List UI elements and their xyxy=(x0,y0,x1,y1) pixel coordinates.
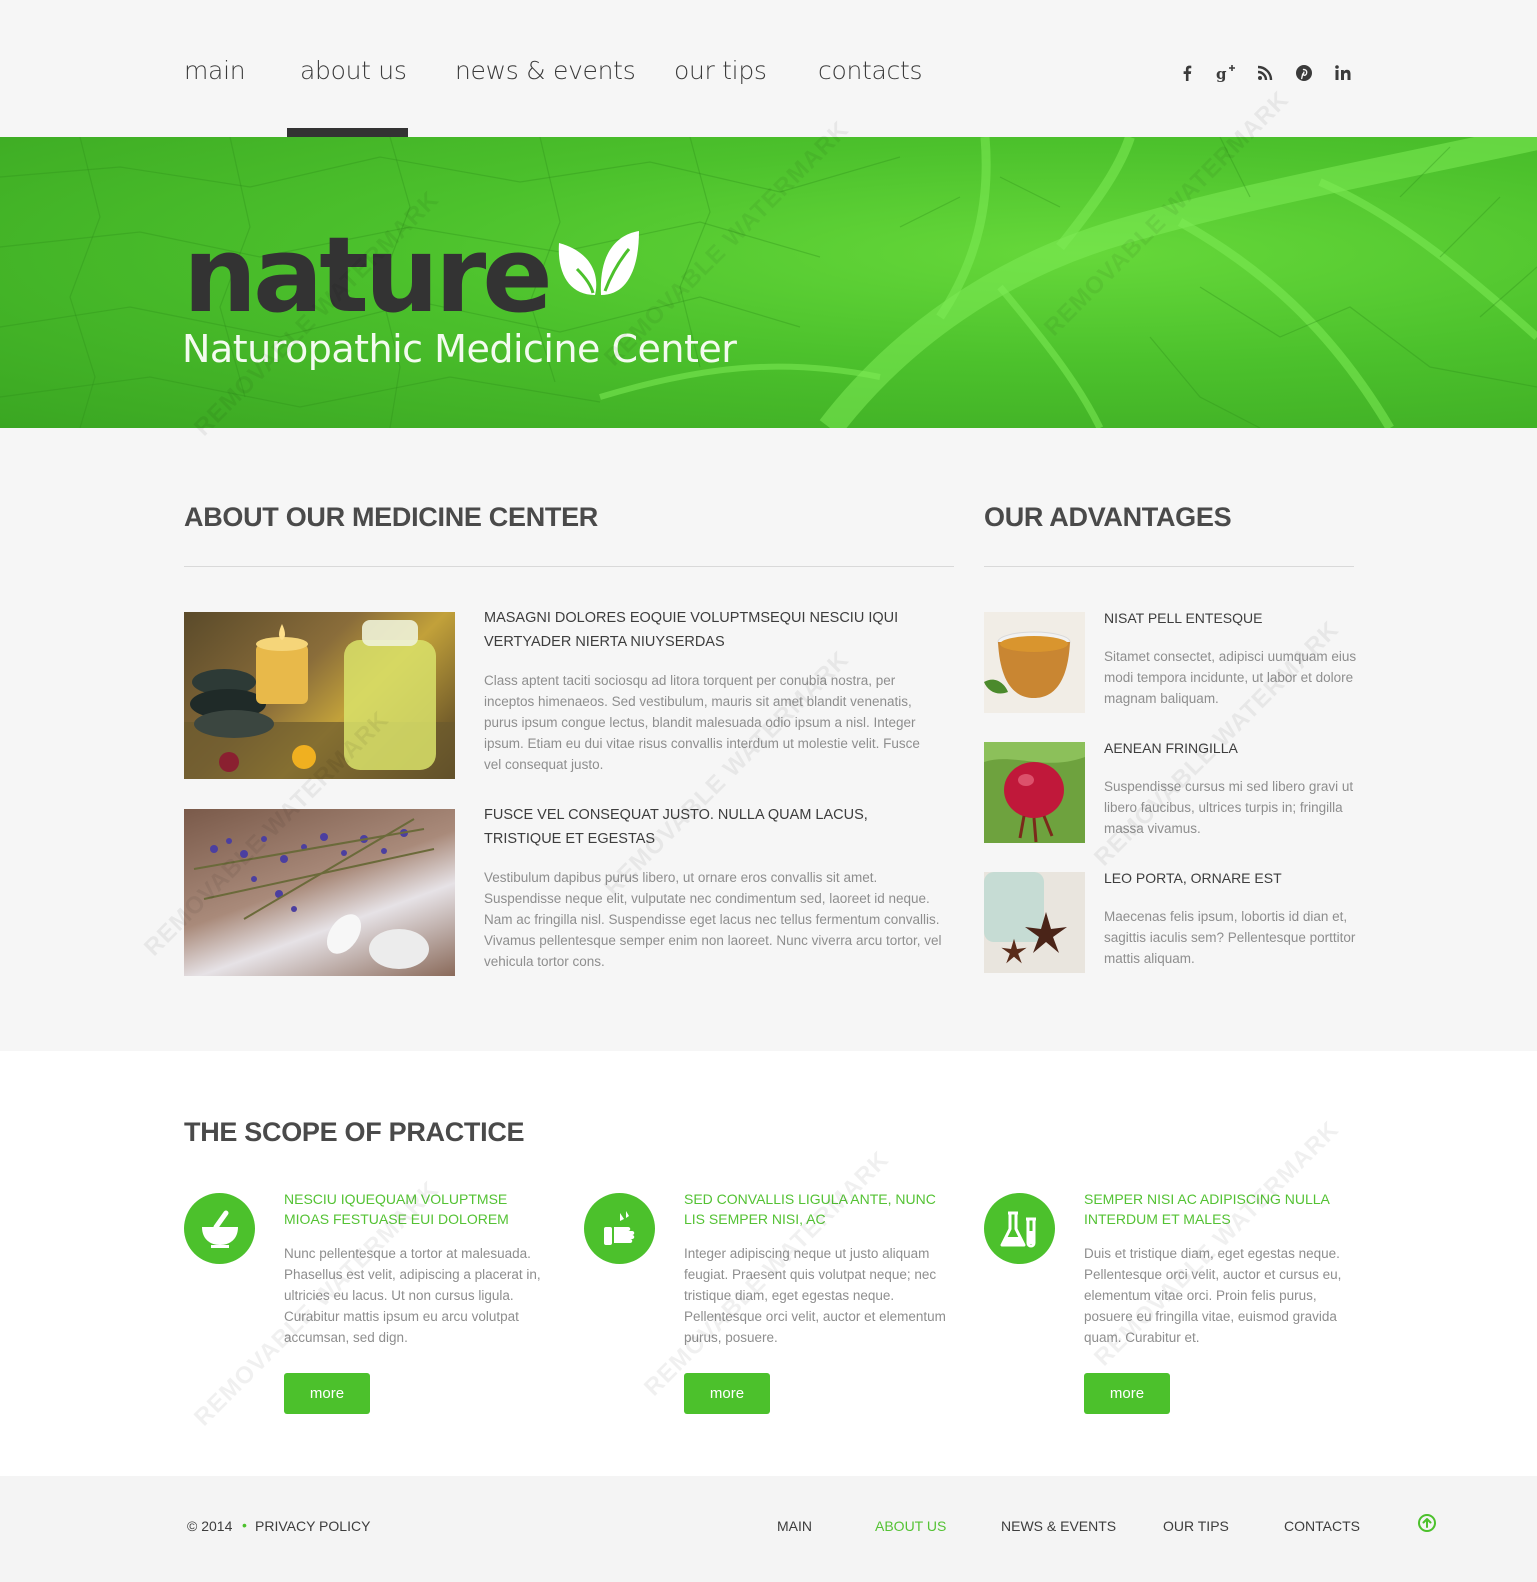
advantage-2-heading: AENEAN FRINGILLA xyxy=(1104,740,1238,756)
scroll-to-top-icon[interactable] xyxy=(1417,1513,1437,1533)
footer-link-main[interactable]: MAIN xyxy=(777,1518,812,1534)
pinterest-icon[interactable] xyxy=(1293,62,1315,84)
about-divider xyxy=(184,566,954,567)
advantage-2-text: Suspendisse cursus mi sed libero gravi u… xyxy=(1104,779,1354,836)
mortar-pestle-icon xyxy=(184,1193,255,1264)
svg-text:g: g xyxy=(1216,65,1227,83)
lab-flasks-icon xyxy=(984,1193,1055,1264)
privacy-policy-link[interactable]: PRIVACY POLICY xyxy=(255,1518,370,1534)
about-title: ABOUT OUR MEDICINE CENTER xyxy=(184,502,599,532)
header: main about us news & events our tips con… xyxy=(0,0,1537,137)
footer-link-about-us[interactable]: ABOUT US xyxy=(875,1518,946,1534)
google-plus-icon[interactable]: g xyxy=(1215,62,1237,84)
linkedin-icon[interactable] xyxy=(1332,62,1354,84)
nav-active-indicator xyxy=(287,128,408,137)
scope-title: THE SCOPE OF PRACTICE xyxy=(184,1117,525,1147)
footer-link-news-events[interactable]: NEWS & EVENTS xyxy=(1001,1518,1116,1534)
leaf-logo-icon xyxy=(558,231,639,295)
advantages-divider xyxy=(984,566,1354,567)
rosehip-image xyxy=(984,742,1085,843)
scope-2-more-button[interactable]: more xyxy=(684,1373,770,1414)
scope-3-text: Duis et tristique diam, eget egestas neq… xyxy=(1084,1246,1342,1345)
nav-our-tips[interactable]: our tips xyxy=(674,56,767,85)
scope-1-heading: NESCIU IQUEQUAM VOLUPTMSE MIOAS FESTUASE… xyxy=(284,1191,509,1227)
star-anise-image xyxy=(984,872,1085,973)
rss-icon[interactable] xyxy=(1254,62,1276,84)
advantage-1-heading: NISAT PELL ENTESQUE xyxy=(1104,610,1263,626)
nav-news-events[interactable]: news & events xyxy=(455,56,636,85)
nav-main[interactable]: main xyxy=(184,56,246,85)
footer-link-contacts[interactable]: CONTACTS xyxy=(1284,1518,1360,1534)
about-item-1-text: Class aptent taciti sociosqu ad litora t… xyxy=(484,673,920,772)
advantage-3-text: Maecenas felis ipsum, lobortis id dian e… xyxy=(1104,909,1356,966)
about-item-1-heading: MASAGNI DOLORES EOQUIE VOLUPTMSEQUI NESC… xyxy=(484,610,899,650)
about-item-2-heading: FUSCE VEL CONSEQUAT JUSTO. NULLA QUAM LA… xyxy=(484,807,868,847)
footer-separator: • xyxy=(242,1517,247,1533)
footer: © 2014 • PRIVACY POLICY MAIN ABOUT US NE… xyxy=(0,1476,1537,1582)
scope-2-text: Integer adipiscing neque ut justo aliqua… xyxy=(684,1246,946,1345)
advantage-1-text: Sitamet consectet, adipisci uumquam eius… xyxy=(1104,649,1357,706)
lavender-salt-image xyxy=(184,809,455,976)
scope-2-heading: SED CONVALLIS LIGULA ANTE, NUNC LIS SEMP… xyxy=(684,1191,936,1227)
facebook-icon[interactable] xyxy=(1176,62,1198,84)
scope-1-more-button[interactable]: more xyxy=(284,1373,370,1414)
nav-contacts[interactable]: contacts xyxy=(818,56,922,85)
tea-cup-image xyxy=(984,612,1085,713)
scope-3-heading: SEMPER NISI AC ADIPISCING NULLA INTERDUM… xyxy=(1084,1191,1330,1227)
advantages-title: OUR ADVANTAGES xyxy=(984,502,1232,532)
copyright: © 2014 xyxy=(187,1518,233,1534)
logo-wordmark: nature xyxy=(183,214,553,336)
scope-3-more-button[interactable]: more xyxy=(1084,1373,1170,1414)
spa-stones-image xyxy=(184,612,455,779)
scope-1-text: Nunc pellentesque a tortor at malesuada.… xyxy=(284,1246,541,1345)
hand-icon xyxy=(584,1193,655,1264)
advantage-3-heading: LEO PORTA, ORNARE EST xyxy=(1104,870,1282,886)
hero-banner: nature Naturopathic Medicine Center xyxy=(0,137,1537,428)
footer-link-our-tips[interactable]: OUR TIPS xyxy=(1163,1518,1229,1534)
scope-section: THE SCOPE OF PRACTICE NESCIU IQUEQUAM VO… xyxy=(0,1051,1537,1476)
hero-subtitle: Naturopathic Medicine Center xyxy=(182,327,737,371)
nav-about-us[interactable]: about us xyxy=(300,56,407,85)
about-item-2-text: Vestibulum dapibus purus libero, ut orna… xyxy=(484,870,942,969)
